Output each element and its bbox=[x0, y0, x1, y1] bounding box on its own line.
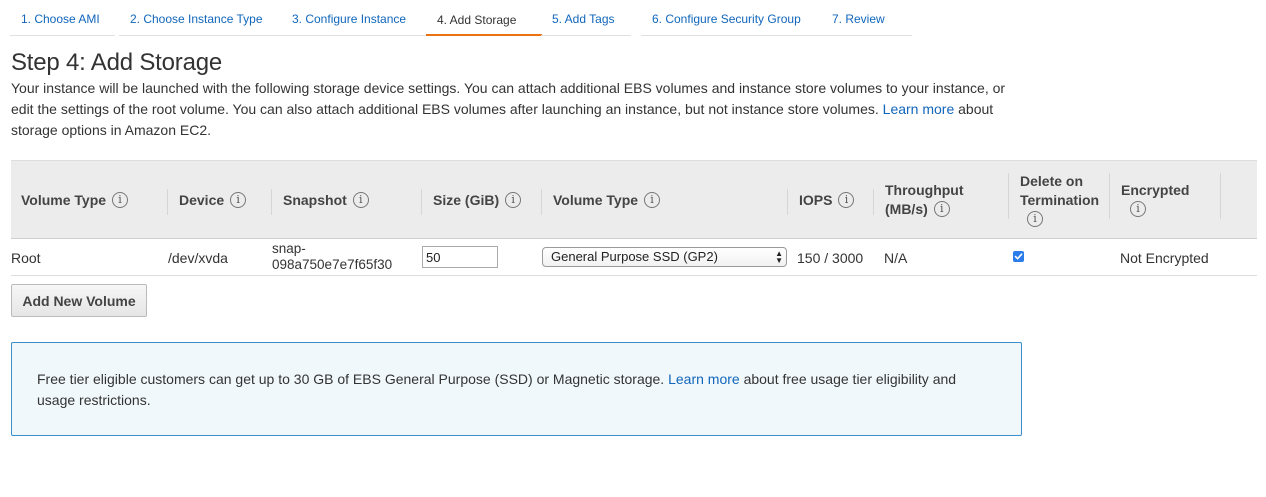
header-encrypted: Encrypted i bbox=[1121, 182, 1190, 218]
tab-choose-ami[interactable]: 1. Choose AMI bbox=[10, 8, 115, 36]
info-icon[interactable]: i bbox=[838, 192, 855, 209]
header-device: Device i bbox=[179, 191, 247, 210]
cell-device: /dev/xvda bbox=[168, 250, 228, 266]
tab-choose-instance-type[interactable]: 2. Choose Instance Type bbox=[119, 8, 282, 36]
cell-volume-type: Root bbox=[11, 250, 41, 266]
header-volume-type: Volume Type i bbox=[21, 191, 129, 210]
storage-table-header: Volume Type i Device i Snapshot i Size (GiB… bbox=[11, 160, 1257, 239]
info-icon[interactable]: i bbox=[112, 192, 129, 209]
info-icon[interactable]: i bbox=[352, 192, 369, 209]
info-icon[interactable]: i bbox=[644, 192, 661, 209]
page-title: Step 4: Add Storage bbox=[11, 49, 223, 76]
tab-configure-instance[interactable]: 3. Configure Instance bbox=[281, 8, 426, 36]
header-iops: IOPS i bbox=[799, 191, 855, 210]
info-icon[interactable]: i bbox=[505, 192, 522, 209]
info-icon[interactable]: i bbox=[230, 192, 247, 209]
tab-review[interactable]: 7. Review bbox=[821, 8, 912, 36]
free-tier-info-box: Free tier eligible customers can get up … bbox=[11, 342, 1022, 436]
free-tier-text: Free tier eligible customers can get up … bbox=[37, 369, 997, 411]
updown-arrows-icon: ▲ ▼ bbox=[775, 249, 783, 265]
cell-iops: 150 / 3000 bbox=[797, 250, 864, 266]
header-volume-type-select: Volume Type i bbox=[553, 191, 661, 210]
info-icon[interactable]: i bbox=[933, 201, 950, 218]
info-icon[interactable]: i bbox=[1027, 211, 1043, 228]
delete-on-termination-checkbox[interactable] bbox=[1013, 251, 1024, 262]
volume-type-select-value: General Purpose SSD (GP2) bbox=[551, 249, 718, 264]
cell-throughput: N/A bbox=[884, 250, 908, 266]
cell-encrypted: Not Encrypted bbox=[1120, 250, 1209, 266]
tab-add-tags[interactable]: 5. Add Tags bbox=[541, 8, 631, 36]
page-description: Your instance will be launched with the … bbox=[11, 78, 1031, 141]
learn-more-free-tier-link[interactable]: Learn more bbox=[668, 371, 740, 387]
tab-configure-security-group[interactable]: 6. Configure Security Group bbox=[641, 8, 822, 36]
add-new-volume-button[interactable]: Add New Volume bbox=[11, 284, 147, 317]
volume-type-select[interactable]: General Purpose SSD (GP2) ▲ ▼ bbox=[542, 247, 787, 267]
checkmark-icon bbox=[1014, 253, 1023, 260]
tab-add-storage[interactable]: 4. Add Storage bbox=[426, 8, 542, 36]
cell-snapshot: snap- 098a750e7e7f65f30 bbox=[272, 241, 393, 272]
header-snapshot: Snapshot i bbox=[283, 191, 369, 210]
info-icon[interactable]: i bbox=[1130, 201, 1146, 218]
description-text: Your instance will be launched with the … bbox=[11, 80, 1006, 117]
header-delete-on-termination: Delete on Termination i bbox=[1020, 173, 1100, 228]
table-row: Root /dev/xvda snap- 098a750e7e7f65f30 G… bbox=[11, 240, 1257, 276]
free-tier-text-main: Free tier eligible customers can get up … bbox=[37, 371, 665, 387]
learn-more-storage-link[interactable]: Learn more bbox=[883, 101, 955, 117]
header-size: Size (GiB) i bbox=[433, 191, 522, 210]
header-throughput: Throughput (MB/s) i bbox=[885, 182, 964, 218]
size-input[interactable] bbox=[422, 246, 498, 268]
